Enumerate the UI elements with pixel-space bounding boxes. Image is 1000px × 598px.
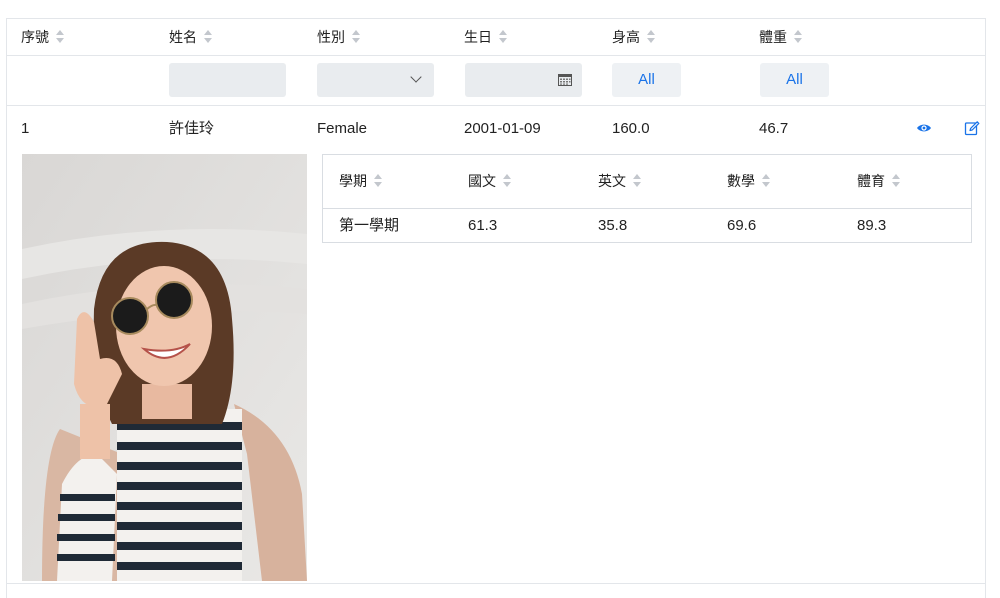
column-label: 序號 bbox=[21, 29, 49, 45]
subtable-header: 學期 國文 英文 數學 體育 bbox=[323, 155, 971, 209]
gender-filter-select[interactable] bbox=[317, 63, 434, 97]
sort-icon[interactable] bbox=[499, 30, 507, 44]
column-header-name[interactable]: 姓名 bbox=[169, 19, 212, 55]
filter-row: All All bbox=[7, 55, 985, 106]
column-header-index[interactable]: 序號 bbox=[21, 19, 64, 55]
sort-icon[interactable] bbox=[352, 30, 360, 44]
subcolumn-header-term[interactable]: 學期 bbox=[339, 155, 382, 208]
sort-icon[interactable] bbox=[374, 174, 382, 188]
data-table: 序號 姓名 性別 生日 身高 體重 All All 1 許佳玲 Female 2… bbox=[6, 18, 986, 598]
calendar-icon[interactable] bbox=[558, 73, 572, 86]
cell-gender: Female bbox=[317, 120, 368, 137]
column-label: 數學 bbox=[727, 173, 755, 189]
column-label: 姓名 bbox=[169, 29, 197, 45]
height-filter-button[interactable]: All bbox=[612, 63, 681, 97]
sort-icon[interactable] bbox=[204, 30, 212, 44]
cell-chinese: 61.3 bbox=[468, 217, 498, 234]
cell-birthday: 2001-01-09 bbox=[464, 120, 541, 137]
edit-icon[interactable] bbox=[964, 120, 980, 136]
column-header-weight[interactable]: 體重 bbox=[759, 19, 802, 55]
column-header-gender[interactable]: 性別 bbox=[317, 19, 360, 55]
column-label: 學期 bbox=[339, 173, 367, 189]
cell-english: 35.8 bbox=[598, 217, 628, 234]
cell-weight: 46.7 bbox=[759, 120, 789, 137]
cell-height: 160.0 bbox=[612, 120, 650, 137]
subcolumn-header-math[interactable]: 數學 bbox=[727, 155, 770, 208]
cell-pe: 89.3 bbox=[857, 217, 887, 234]
name-filter-input[interactable] bbox=[169, 63, 286, 97]
student-photo bbox=[22, 154, 307, 581]
subcolumn-header-chinese[interactable]: 國文 bbox=[468, 155, 511, 208]
subcolumn-header-pe[interactable]: 體育 bbox=[857, 155, 900, 208]
column-label: 國文 bbox=[468, 173, 496, 189]
birthday-filter-input[interactable] bbox=[465, 63, 582, 97]
cell-index: 1 bbox=[21, 120, 30, 137]
cell-name: 許佳玲 bbox=[169, 120, 215, 137]
cell-math: 69.6 bbox=[727, 217, 757, 234]
table-row[interactable]: 第一學期 61.3 35.8 69.6 89.3 bbox=[323, 209, 971, 243]
sort-icon[interactable] bbox=[892, 174, 900, 188]
column-label: 生日 bbox=[464, 29, 492, 45]
column-label: 體育 bbox=[857, 173, 885, 189]
sort-icon[interactable] bbox=[56, 30, 64, 44]
sort-icon[interactable] bbox=[794, 30, 802, 44]
sort-icon[interactable] bbox=[633, 174, 641, 188]
column-label: 體重 bbox=[759, 29, 787, 45]
chevron-down-icon bbox=[410, 71, 422, 83]
table-row[interactable]: 1 許佳玲 Female 2001-01-09 160.0 46.7 bbox=[7, 106, 985, 152]
eye-icon[interactable] bbox=[916, 120, 932, 136]
column-header-birthday[interactable]: 生日 bbox=[464, 19, 507, 55]
subcolumn-header-english[interactable]: 英文 bbox=[598, 155, 641, 208]
column-label: 身高 bbox=[612, 29, 640, 45]
scores-subtable: 學期 國文 英文 數學 體育 第一學期 61.3 35.8 69.6 89.3 bbox=[322, 154, 972, 243]
divider bbox=[6, 583, 986, 584]
column-header-height[interactable]: 身高 bbox=[612, 19, 655, 55]
sort-icon[interactable] bbox=[647, 30, 655, 44]
sort-icon[interactable] bbox=[503, 174, 511, 188]
column-label: 性別 bbox=[317, 29, 345, 45]
column-label: 英文 bbox=[598, 173, 626, 189]
table-header: 序號 姓名 性別 生日 身高 體重 bbox=[7, 19, 985, 56]
cell-term: 第一學期 bbox=[339, 217, 400, 234]
weight-filter-button[interactable]: All bbox=[760, 63, 829, 97]
sort-icon[interactable] bbox=[762, 174, 770, 188]
